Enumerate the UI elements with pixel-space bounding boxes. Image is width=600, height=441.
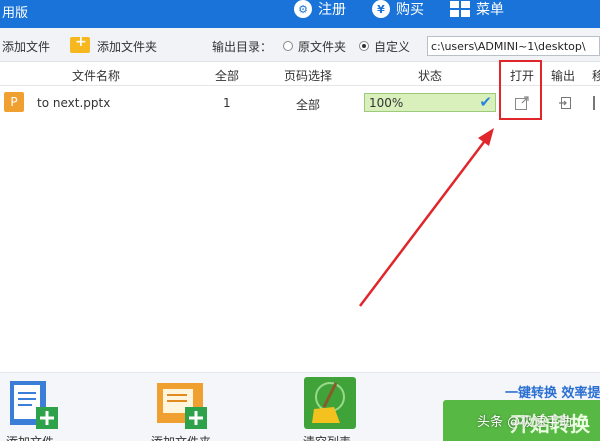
add-folder-large-button[interactable] [155, 377, 207, 429]
header-all: 全部 [215, 69, 240, 83]
title-bar: 用版 ⚙ 注册 ¥ 购买 菜单 [0, 0, 600, 28]
header-more: 移 [592, 69, 600, 83]
original-folder-radio[interactable] [283, 41, 293, 51]
folder-add-icon[interactable] [70, 34, 90, 53]
add-folder-large-label: 添加文件夹 [151, 433, 211, 441]
header-status: 状态 [418, 69, 443, 83]
register-icon: ⚙ [294, 0, 312, 18]
output-dir-label: 输出目录： [212, 40, 273, 54]
watermark-text: 头条 @极速手助 [477, 415, 573, 430]
header-export: 输出 [551, 69, 576, 83]
output-path-input[interactable] [427, 36, 600, 56]
menu-label: 菜单 [476, 2, 504, 18]
highlight-box [499, 60, 542, 120]
progress-text: 100% [369, 96, 404, 110]
add-folder-button[interactable]: 添加文件夹 [97, 38, 157, 55]
check-icon: ✔ [479, 93, 492, 111]
app-title: 用版 [2, 6, 29, 21]
register-label: 注册 [318, 2, 346, 18]
custom-radio[interactable] [359, 41, 369, 51]
page-count: 1 [223, 96, 231, 110]
original-folder-label: 原文件夹 [298, 40, 347, 54]
buy-label: 购买 [396, 2, 424, 18]
promo-text: 一键转换 效率提 [505, 386, 600, 401]
header-file-name: 文件名称 [72, 69, 121, 83]
status-progress: 100% ✔ [364, 93, 496, 112]
add-file-large-button[interactable] [6, 377, 58, 429]
add-file-button[interactable]: 添加文件 [2, 38, 50, 55]
pptx-file-icon: P [4, 92, 24, 112]
header-page-select: 页码选择 [284, 69, 333, 83]
custom-label: 自定义 [374, 40, 411, 54]
buy-button[interactable]: ¥ 购买 [372, 0, 424, 18]
clear-list-label: 清空列表 [303, 433, 351, 441]
add-file-large-label: 添加文件 [6, 433, 54, 441]
register-button[interactable]: ⚙ 注册 [294, 0, 346, 18]
move-icon[interactable] [593, 96, 600, 110]
export-icon[interactable] [558, 96, 572, 110]
menu-button[interactable]: 菜单 [450, 0, 504, 18]
clear-list-icon[interactable] [304, 377, 356, 429]
buy-icon: ¥ [372, 0, 390, 18]
page-select-value[interactable]: 全部 [296, 96, 320, 113]
file-name: to next.pptx [37, 96, 111, 110]
menu-icon [450, 1, 470, 17]
